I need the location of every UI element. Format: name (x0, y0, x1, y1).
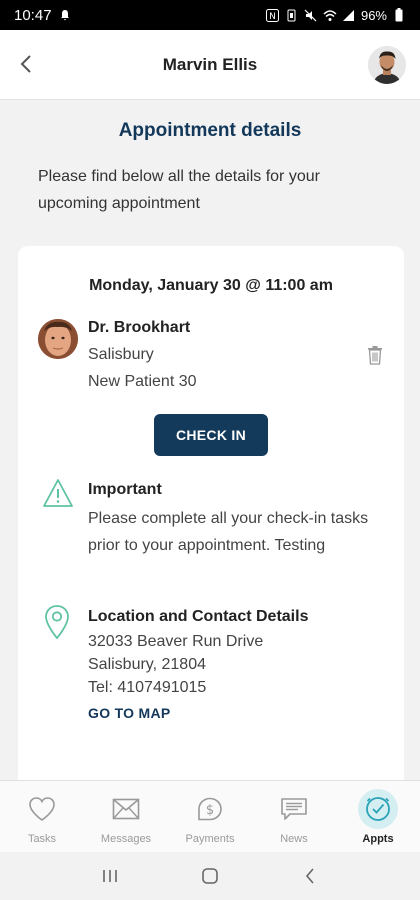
nav-appts-label: Appts (362, 833, 394, 845)
status-left: 10:47 (14, 7, 72, 24)
trash-icon (368, 346, 382, 365)
nav-tasks-label: Tasks (27, 833, 57, 845)
page-heading: Appointment details (118, 120, 302, 141)
battery-percent: 96% (360, 7, 387, 23)
page-intro-text: Please find below all the details for yo… (38, 168, 320, 212)
heart-icon (29, 797, 55, 821)
appointment-datetime: Monday, January 30 @ 11:00 am (89, 277, 333, 294)
chevron-left-icon (20, 55, 31, 73)
location-pin-icon (45, 605, 69, 640)
signal-icon (342, 8, 356, 22)
dollar-icon: $ (198, 797, 222, 821)
app-header: Marvin Ellis (0, 30, 420, 100)
nav-news[interactable]: News (252, 789, 336, 845)
nav-tasks[interactable]: Tasks (0, 789, 84, 845)
vibrate-icon (285, 8, 299, 22)
nav-tasks-icon-wrap (22, 789, 62, 829)
nav-payments[interactable]: $ Payments (168, 789, 252, 845)
nfc-icon: N (266, 8, 280, 22)
status-time: 10:47 (14, 6, 52, 24)
appointment-type: New Patient 30 (88, 373, 197, 390)
doctor-avatar (38, 319, 78, 359)
nav-messages-label: Messages (100, 833, 152, 845)
status-bar: 10:47 N 96% (0, 0, 420, 30)
go-to-map-link[interactable]: GO TO MAP (88, 705, 171, 721)
nav-payments-label: Payments (185, 833, 235, 845)
nav-appts[interactable]: Appts (336, 789, 420, 845)
important-title: Important (88, 481, 162, 498)
nav-messages-icon-wrap (106, 789, 146, 829)
news-icon (281, 798, 307, 820)
nav-messages[interactable]: Messages (84, 789, 168, 845)
home-icon (202, 868, 218, 884)
delete-appointment-button[interactable] (364, 344, 386, 366)
bottom-nav: Tasks Messages $ Payments News Appts (0, 780, 420, 852)
nav-news-icon-wrap (274, 789, 314, 829)
important-text: Please complete all your check-in tasks … (88, 510, 369, 554)
recent-apps-button[interactable] (90, 861, 130, 891)
home-button[interactable] (190, 861, 230, 891)
warning-icon (43, 479, 73, 507)
location-title: Location and Contact Details (88, 608, 309, 625)
nav-news-label: News (280, 833, 308, 845)
envelope-icon (112, 798, 140, 820)
mute-icon (304, 8, 318, 22)
recent-apps-icon (103, 870, 117, 882)
svg-text:N: N (270, 12, 277, 22)
appointment-card: Monday, January 30 @ 11:00 am Dr. Brookh… (18, 246, 404, 806)
location-street: 32033 Beaver Run Drive (88, 633, 264, 650)
system-back-button[interactable] (290, 861, 330, 891)
location-phone[interactable]: Tel: 4107491015 (88, 679, 206, 697)
back-button[interactable] (10, 48, 42, 80)
user-avatar[interactable] (368, 46, 406, 84)
nav-appts-icon-wrap (358, 789, 398, 829)
status-right: N 96% (266, 8, 406, 23)
doctor-location: Salisbury (88, 346, 154, 363)
doctor-name: Dr. Brookhart (88, 319, 191, 336)
svg-text:$: $ (206, 803, 214, 818)
battery-icon (392, 8, 406, 22)
clock-check-icon (366, 797, 390, 821)
notification-icon (58, 8, 72, 22)
back-arrow-icon (305, 868, 314, 884)
system-nav-bar (0, 852, 420, 900)
patient-name-title: Marvin Ellis (162, 54, 258, 74)
check-in-button[interactable]: CHECK IN (154, 414, 268, 456)
wifi-icon (323, 8, 337, 22)
location-city: Salisbury, 21804 (88, 656, 206, 673)
nav-payments-icon-wrap: $ (190, 789, 230, 829)
